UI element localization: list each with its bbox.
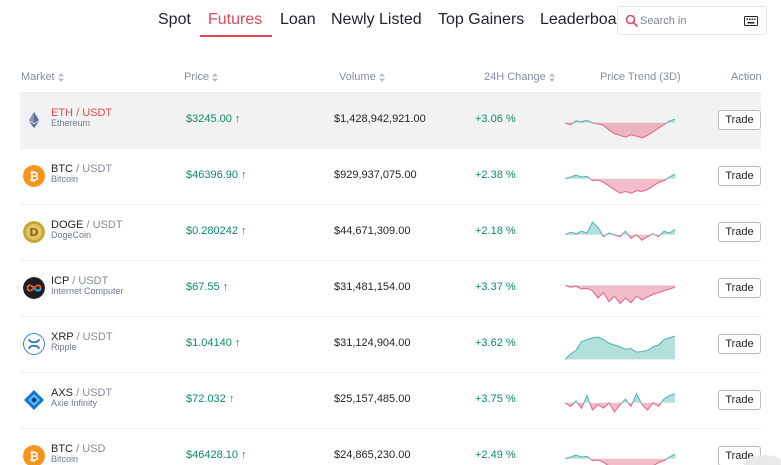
volume-value: $1,428,942,921.00 (334, 113, 426, 125)
change-value: +3.62 % (475, 337, 516, 349)
coin-name: Internet Computer (51, 286, 124, 296)
price-trend-chart (565, 392, 675, 413)
tab-top-gainers[interactable]: Top Gainers (438, 11, 524, 29)
price-value: $0.280242 ↑ (186, 225, 247, 237)
price-value: $72.032 ↑ (186, 393, 235, 405)
sort-icon (212, 72, 219, 82)
trend-loss-area (565, 285, 675, 304)
column-volume-label: Volume (339, 71, 376, 83)
coin-name: Bitcoin (51, 174, 79, 184)
table-row[interactable]: ICP / USDT Internet Computer $67.55 ↑ $3… (20, 260, 761, 316)
column-trend-label: Price Trend (3D) (600, 71, 681, 83)
keyboard-icon[interactable] (744, 16, 758, 26)
pair-separator: / (76, 331, 80, 343)
quote-symbol: USDT (82, 163, 113, 175)
search-box[interactable] (617, 6, 767, 35)
sort-icon (57, 72, 64, 82)
ripple-icon (23, 333, 45, 355)
volume-value: $31,124,904.00 (334, 337, 411, 349)
internet-computer-icon (23, 277, 45, 299)
trade-button[interactable]: Trade (718, 390, 761, 410)
tab-newly-listed[interactable]: Newly Listed (331, 11, 422, 29)
trend-loss-line (565, 402, 662, 413)
column-price-label: Price (184, 71, 210, 83)
tab-spot[interactable]: Spot (158, 11, 191, 29)
table-row[interactable]: XRP / USDT Ripple $1.04140 ↑ $31,124,904… (20, 316, 761, 372)
trend-gain-line (565, 221, 675, 235)
table-row[interactable]: ₿ BTC / USD Bitcoin $46428.10 ↑ $24,865,… (20, 428, 761, 465)
column-volume-header[interactable]: Volume (339, 71, 385, 83)
trade-button[interactable]: Trade (718, 278, 761, 298)
sort-icon (378, 72, 385, 82)
search-input[interactable] (640, 12, 738, 30)
price-value: $3245.00 ↑ (186, 113, 241, 125)
tab-leaderboard[interactable]: Leaderboar (540, 11, 622, 29)
change-value: +3.06 % (475, 113, 516, 125)
svg-text:₿: ₿ (29, 170, 39, 184)
price-trend-chart (565, 453, 675, 465)
volume-value: $24,865,230.00 (334, 449, 411, 461)
quote-symbol: USDT (92, 219, 123, 231)
volume-value: $31,481,154.00 (334, 281, 411, 293)
coin-name: Ripple (51, 342, 77, 352)
price-value: $67.55 ↑ (186, 281, 229, 293)
volume-value: $25,157,485.00 (334, 393, 411, 405)
price-value: $1.04140 ↑ (186, 337, 241, 349)
change-value: +3.37 % (475, 281, 516, 293)
axie-infinity-icon (24, 390, 44, 410)
coin-name: Bitcoin (51, 454, 79, 464)
column-trend-header: Price Trend (3D) (600, 71, 681, 83)
tab-loan[interactable]: Loan (280, 11, 316, 29)
trend-loss-area (565, 458, 675, 465)
svg-text:₿: ₿ (29, 450, 39, 464)
bitcoin-icon: ₿ (23, 445, 45, 465)
table-row[interactable]: AXS / USDT Axie Infinity $72.032 ↑ $25,1… (20, 372, 761, 428)
coin-name: Axie Infinity (51, 398, 98, 408)
coin-name: Ethereum (51, 118, 91, 128)
svg-text:D: D (29, 226, 38, 239)
table-header: Market Price Volume 24H Change Price Tre… (0, 69, 781, 87)
volume-value: $929,937,075.00 (334, 169, 417, 181)
tab-futures[interactable]: Futures (208, 11, 262, 29)
change-value: +2.49 % (475, 449, 516, 461)
sort-icon (548, 72, 555, 82)
change-value: +2.38 % (475, 169, 516, 181)
table-row[interactable]: D DOGE / USDT DogeCoin $0.280242 ↑ $44,6… (20, 204, 761, 260)
price-trend-chart (565, 118, 675, 139)
bitcoin-icon: ₿ (23, 165, 45, 187)
active-tab-indicator (200, 35, 272, 37)
trade-button[interactable]: Trade (718, 166, 761, 186)
column-market-label: Market (21, 71, 55, 83)
quote-symbol: USD (82, 443, 106, 455)
column-price-header[interactable]: Price (184, 71, 219, 83)
quote-symbol: USDT (82, 331, 113, 343)
price-trend-chart (565, 284, 675, 305)
coin-name: DogeCoin (51, 230, 92, 240)
price-trend-chart (565, 335, 675, 360)
dogecoin-icon: D (23, 221, 45, 243)
price-value: $46396.90 ↑ (186, 169, 247, 181)
column-market-header[interactable]: Market (21, 71, 64, 83)
trade-button[interactable]: Trade (718, 222, 761, 242)
table-row[interactable]: ETH / USDT Ethereum $3245.00 ↑ $1,428,94… (20, 92, 761, 148)
ethereum-icon (23, 109, 45, 131)
change-value: +3.75 % (475, 393, 516, 405)
search-icon (625, 14, 638, 27)
column-change-header[interactable]: 24H Change (484, 71, 555, 83)
volume-value: $44,671,309.00 (334, 225, 411, 237)
price-value: $46428.10 ↑ (186, 449, 247, 461)
column-action-header: Action (731, 71, 762, 83)
column-change-label: 24H Change (484, 71, 546, 83)
column-action-label: Action (731, 71, 762, 83)
price-trend-chart (565, 173, 675, 194)
table-row[interactable]: ₿ BTC / USDT Bitcoin $46396.90 ↑ $929,93… (20, 148, 761, 204)
trend-gain-area (565, 336, 675, 360)
trade-button[interactable]: Trade (718, 110, 761, 130)
change-value: +2.18 % (475, 225, 516, 237)
trade-button[interactable]: Trade (718, 334, 761, 354)
price-trend-chart (565, 221, 675, 241)
